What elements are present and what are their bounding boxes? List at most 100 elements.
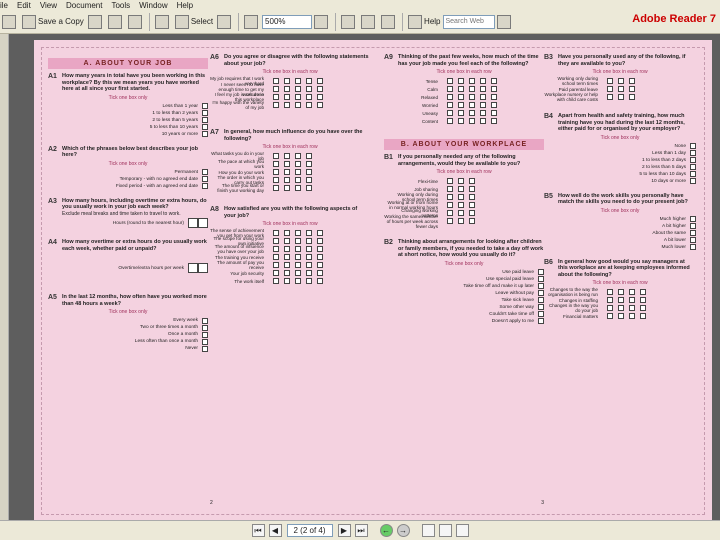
grid-checkbox[interactable] bbox=[618, 289, 624, 295]
option-checkbox[interactable] bbox=[690, 237, 696, 243]
option-checkbox[interactable] bbox=[690, 244, 696, 250]
grid-checkbox[interactable] bbox=[284, 230, 290, 236]
grid-checkbox[interactable] bbox=[447, 178, 453, 184]
grid-checkbox[interactable] bbox=[458, 202, 464, 208]
grid-checkbox[interactable] bbox=[317, 254, 323, 260]
grid-checkbox[interactable] bbox=[295, 230, 301, 236]
grid-checkbox[interactable] bbox=[306, 270, 312, 276]
grid-checkbox[interactable] bbox=[273, 185, 279, 191]
grid-checkbox[interactable] bbox=[607, 94, 613, 100]
snapshot-button[interactable] bbox=[215, 13, 235, 31]
grid-checkbox[interactable] bbox=[273, 102, 279, 108]
grid-checkbox[interactable] bbox=[607, 289, 613, 295]
grid-checkbox[interactable] bbox=[273, 246, 279, 252]
a4-hours-box[interactable] bbox=[188, 263, 198, 273]
grid-checkbox[interactable] bbox=[273, 94, 279, 100]
grid-checkbox[interactable] bbox=[458, 78, 464, 84]
grid-checkbox[interactable] bbox=[295, 278, 301, 284]
grid-checkbox[interactable] bbox=[306, 254, 312, 260]
grid-checkbox[interactable] bbox=[306, 262, 312, 268]
grid-checkbox[interactable] bbox=[607, 297, 613, 303]
grid-checkbox[interactable] bbox=[447, 102, 453, 108]
grid-checkbox[interactable] bbox=[469, 110, 475, 116]
grid-checkbox[interactable] bbox=[273, 238, 279, 244]
grid-checkbox[interactable] bbox=[317, 270, 323, 276]
grid-checkbox[interactable] bbox=[273, 169, 279, 175]
grid-checkbox[interactable] bbox=[284, 161, 290, 167]
option-checkbox[interactable] bbox=[690, 150, 696, 156]
grid-checkbox[interactable] bbox=[447, 118, 453, 124]
fit-page-button[interactable] bbox=[339, 13, 359, 31]
grid-checkbox[interactable] bbox=[469, 78, 475, 84]
grid-checkbox[interactable] bbox=[629, 305, 635, 311]
option-checkbox[interactable] bbox=[202, 124, 208, 130]
grid-checkbox[interactable] bbox=[618, 86, 624, 92]
grid-checkbox[interactable] bbox=[284, 270, 290, 276]
grid-checkbox[interactable] bbox=[317, 102, 323, 108]
grid-checkbox[interactable] bbox=[458, 118, 464, 124]
grid-checkbox[interactable] bbox=[284, 102, 290, 108]
grid-checkbox[interactable] bbox=[317, 278, 323, 284]
grid-checkbox[interactable] bbox=[306, 238, 312, 244]
grid-checkbox[interactable] bbox=[447, 186, 453, 192]
fit-width-button[interactable] bbox=[359, 13, 379, 31]
grid-checkbox[interactable] bbox=[306, 177, 312, 183]
grid-checkbox[interactable] bbox=[295, 177, 301, 183]
option-checkbox[interactable] bbox=[202, 338, 208, 345]
grid-checkbox[interactable] bbox=[295, 86, 301, 92]
grid-checkbox[interactable] bbox=[295, 246, 301, 252]
grid-checkbox[interactable] bbox=[640, 313, 646, 319]
grid-checkbox[interactable] bbox=[284, 153, 290, 159]
grid-checkbox[interactable] bbox=[284, 177, 290, 183]
grid-checkbox[interactable] bbox=[480, 118, 486, 124]
grid-checkbox[interactable] bbox=[306, 78, 312, 84]
back-view-button[interactable]: ← bbox=[379, 524, 393, 537]
facing-button[interactable] bbox=[455, 524, 469, 537]
grid-checkbox[interactable] bbox=[284, 238, 290, 244]
grid-checkbox[interactable] bbox=[469, 86, 475, 92]
option-checkbox[interactable] bbox=[202, 131, 208, 137]
grid-checkbox[interactable] bbox=[317, 230, 323, 236]
grid-checkbox[interactable] bbox=[295, 161, 301, 167]
grid-checkbox[interactable] bbox=[629, 313, 635, 319]
grid-checkbox[interactable] bbox=[306, 161, 312, 167]
grid-checkbox[interactable] bbox=[306, 278, 312, 284]
grid-checkbox[interactable] bbox=[295, 94, 301, 100]
option-checkbox[interactable] bbox=[202, 324, 208, 331]
rotate-button[interactable] bbox=[379, 13, 399, 31]
grid-checkbox[interactable] bbox=[491, 102, 497, 108]
grid-checkbox[interactable] bbox=[640, 297, 646, 303]
grid-checkbox[interactable] bbox=[469, 194, 475, 200]
grid-checkbox[interactable] bbox=[295, 254, 301, 260]
grid-checkbox[interactable] bbox=[618, 305, 624, 311]
grid-checkbox[interactable] bbox=[447, 194, 453, 200]
grid-checkbox[interactable] bbox=[317, 238, 323, 244]
grid-checkbox[interactable] bbox=[273, 153, 279, 159]
grid-checkbox[interactable] bbox=[273, 161, 279, 167]
grid-checkbox[interactable] bbox=[480, 78, 486, 84]
grid-checkbox[interactable] bbox=[284, 94, 290, 100]
prev-page-button[interactable]: ◀ bbox=[268, 524, 282, 537]
option-checkbox[interactable] bbox=[690, 216, 696, 222]
grid-checkbox[interactable] bbox=[640, 289, 646, 295]
menu-edit[interactable]: Edit bbox=[17, 1, 31, 10]
grid-checkbox[interactable] bbox=[629, 78, 635, 84]
grid-checkbox[interactable] bbox=[491, 94, 497, 100]
option-checkbox[interactable] bbox=[202, 103, 208, 109]
last-page-button[interactable]: ⏭ bbox=[354, 524, 368, 537]
first-page-button[interactable]: ⏮ bbox=[251, 524, 265, 537]
grid-checkbox[interactable] bbox=[491, 86, 497, 92]
grid-checkbox[interactable] bbox=[317, 78, 323, 84]
grid-checkbox[interactable] bbox=[480, 94, 486, 100]
menu-window[interactable]: Window bbox=[139, 1, 167, 10]
grid-checkbox[interactable] bbox=[284, 262, 290, 268]
grid-checkbox[interactable] bbox=[607, 305, 613, 311]
continuous-button[interactable] bbox=[438, 524, 452, 537]
grid-checkbox[interactable] bbox=[618, 94, 624, 100]
grid-checkbox[interactable] bbox=[306, 94, 312, 100]
grid-checkbox[interactable] bbox=[607, 86, 613, 92]
grid-checkbox[interactable] bbox=[480, 86, 486, 92]
option-checkbox[interactable] bbox=[202, 169, 208, 175]
grid-checkbox[interactable] bbox=[458, 194, 464, 200]
option-checkbox[interactable] bbox=[202, 110, 208, 116]
